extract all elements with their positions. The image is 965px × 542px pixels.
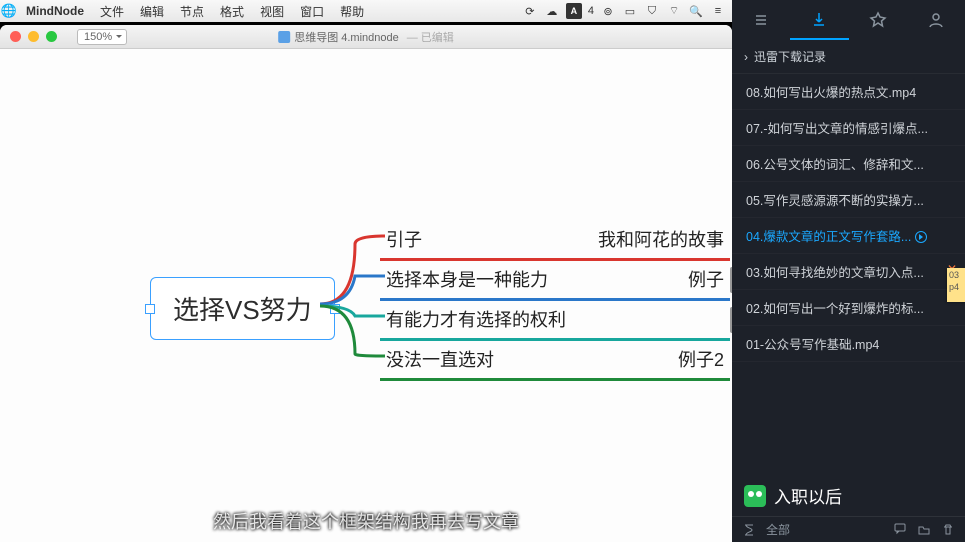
- play-icon: [915, 231, 927, 243]
- sync-icon[interactable]: ⟳: [522, 3, 538, 19]
- download-icon: [810, 10, 828, 28]
- sticky-note[interactable]: 03 p4: [947, 268, 965, 302]
- wifi-icon[interactable]: ⌔: [666, 3, 682, 19]
- chat-icon[interactable]: [893, 521, 907, 535]
- document-title: 思维导图 4.mindnode: [294, 29, 399, 45]
- list-item[interactable]: 05.写作灵感源源不断的实操方...: [732, 182, 965, 218]
- list-item[interactable]: 07.-如何写出文章的情感引爆点...: [732, 110, 965, 146]
- branch-node-3[interactable]: 有能力才有选择的权利 找: [380, 301, 730, 341]
- star-icon: [869, 11, 887, 29]
- wechat-icon: [744, 485, 766, 507]
- menu-node[interactable]: 节点: [172, 3, 212, 20]
- battery-icon[interactable]: ▭: [622, 3, 638, 19]
- list-item[interactable]: 01-公众号写作基础.mp4: [732, 326, 965, 362]
- node-handle-left[interactable]: [145, 304, 155, 314]
- branch-node-4[interactable]: 没法一直选对 例子2: [380, 341, 730, 381]
- download-list: 08.如何写出火爆的热点文.mp4 07.-如何写出文章的情感引爆点... 06…: [732, 74, 965, 362]
- app-name[interactable]: MindNode: [18, 4, 92, 18]
- branch-sublabel: 例子: [682, 266, 730, 292]
- branch-connectors: [300, 214, 390, 384]
- tab-account[interactable]: [907, 0, 965, 40]
- window-titlebar: 150% 思维导图 4.mindnode — 已编辑: [0, 25, 732, 49]
- item-text: 03.如何寻找绝妙的文章切入点...: [746, 266, 924, 280]
- document-icon: [278, 31, 290, 43]
- branch-node-1[interactable]: 引子 我和阿花的故事: [380, 221, 730, 261]
- brand-name: 入职以后: [774, 483, 842, 508]
- menu-window[interactable]: 窗口: [292, 3, 332, 20]
- tab-favorites[interactable]: [849, 0, 907, 40]
- download-sidebar: › 迅雷下载记录 08.如何写出火爆的热点文.mp4 07.-如何写出文章的情感…: [732, 0, 965, 542]
- status-label: 全部: [766, 521, 790, 538]
- sidebar-tabs: [732, 0, 965, 40]
- menu-edit[interactable]: 编辑: [132, 3, 172, 20]
- item-text: 04.爆款文章的正文写作套路...: [746, 230, 911, 244]
- section-title: 迅雷下载记录: [754, 48, 826, 65]
- zoom-window-button[interactable]: [46, 31, 57, 42]
- brand-row: 入职以后: [732, 473, 965, 516]
- branch-label: 没法一直选对: [380, 346, 500, 372]
- branch-label: 选择本身是一种能力: [380, 266, 554, 292]
- branch-label: 有能力才有选择的权利: [380, 306, 572, 332]
- apple-menu-icon[interactable]: 🌐: [0, 3, 18, 19]
- video-subtitle: 然后我看着这个框架结构我再去写文章: [213, 508, 519, 534]
- list-icon: [752, 11, 770, 29]
- list-item[interactable]: 06.公号文体的词汇、修辞和文...: [732, 146, 965, 182]
- close-window-button[interactable]: [10, 31, 21, 42]
- branch-node-2[interactable]: 选择本身是一种能力 例子: [380, 261, 730, 301]
- section-header[interactable]: › 迅雷下载记录: [732, 40, 965, 74]
- creative-cloud-icon[interactable]: ⊚: [600, 3, 616, 19]
- menu-format[interactable]: 格式: [212, 3, 252, 20]
- chevron-right-icon: ›: [744, 50, 748, 64]
- list-item[interactable]: 08.如何写出火爆的热点文.mp4: [732, 74, 965, 110]
- document-edited-label: — 已编辑: [407, 29, 454, 45]
- user-icon: [927, 11, 945, 29]
- branch-label: 引子: [380, 226, 428, 252]
- menu-file[interactable]: 文件: [92, 3, 132, 20]
- notification-icon[interactable]: ≡: [710, 3, 726, 19]
- shield-icon[interactable]: ⛉: [644, 3, 660, 19]
- hourglass-icon: [742, 523, 756, 537]
- root-node-text: 选择VS努力: [173, 295, 312, 325]
- list-item[interactable]: 03.如何寻找绝妙的文章切入点... ✕: [732, 254, 965, 290]
- tab-list[interactable]: [732, 0, 790, 40]
- adobe-icon[interactable]: A: [566, 3, 582, 19]
- zoom-dropdown[interactable]: 150%: [77, 29, 127, 45]
- trash-icon[interactable]: [941, 523, 955, 537]
- menu-help[interactable]: 帮助: [332, 3, 372, 20]
- branch-sublabel: 例子2: [672, 346, 730, 372]
- list-item[interactable]: 02.如何写出一个好到爆炸的标...: [732, 290, 965, 326]
- tab-downloads[interactable]: [790, 0, 848, 40]
- minimize-window-button[interactable]: [28, 31, 39, 42]
- status-bar: 全部: [732, 516, 965, 542]
- mindmap-canvas[interactable]: 选择VS努力 引子 我和阿花的故事 选择本身是一种能力 例子: [0, 49, 732, 542]
- mac-menubar: 🌐 MindNode 文件 编辑 节点 格式 视图 窗口 帮助 ⟳ ☁︎ A 4…: [0, 0, 732, 22]
- adobe-badge: 4: [588, 5, 594, 17]
- folder-icon[interactable]: [917, 523, 931, 537]
- branch-sublabel: 我和阿花的故事: [592, 226, 730, 252]
- cloud-icon[interactable]: ☁︎: [544, 3, 560, 19]
- list-item-selected[interactable]: 04.爆款文章的正文写作套路...: [732, 218, 965, 254]
- search-icon[interactable]: 🔍: [688, 3, 704, 19]
- mindnode-window: 150% 思维导图 4.mindnode — 已编辑 选择VS努力: [0, 25, 732, 542]
- menu-view[interactable]: 视图: [252, 3, 292, 20]
